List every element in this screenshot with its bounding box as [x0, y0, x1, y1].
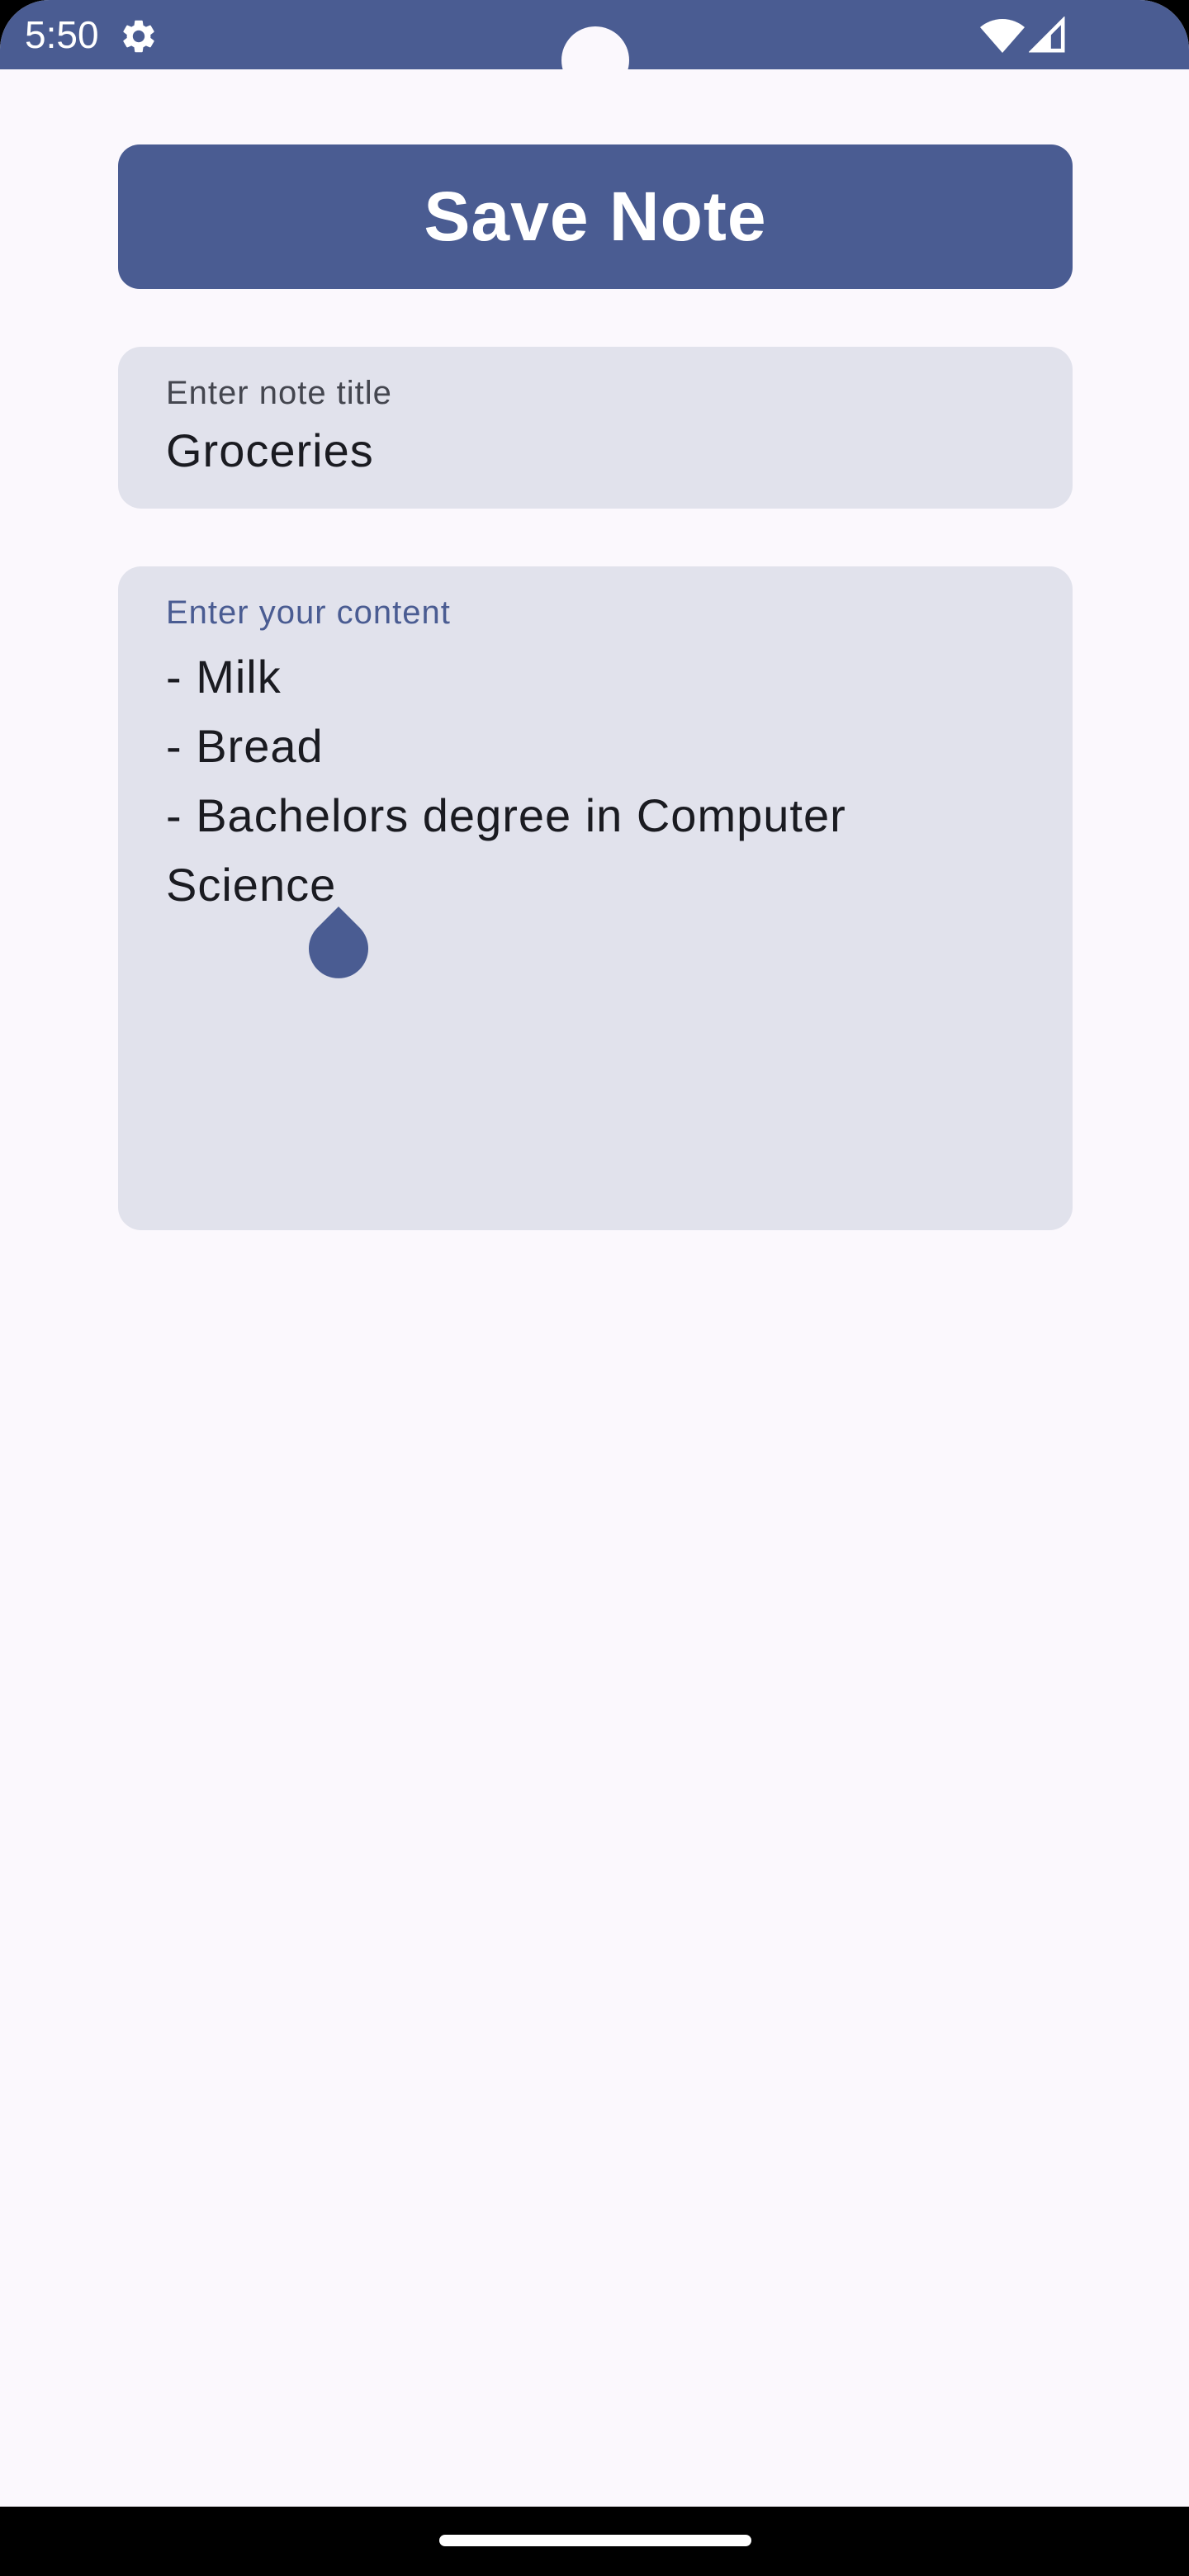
text-cursor-handle-icon[interactable]: [309, 907, 368, 979]
home-gesture-handle[interactable]: [439, 2535, 751, 2546]
camera-cutout: [561, 26, 629, 94]
signal-icon: [1029, 17, 1065, 53]
content-line: Science: [166, 859, 337, 911]
save-note-button[interactable]: Save Note: [118, 144, 1073, 289]
app-screen: 5:50 Save Note Enter note title Grocerie…: [0, 0, 1189, 2576]
content-line: - Bachelors degree in Computer: [166, 789, 846, 841]
note-content-field[interactable]: Enter your content - Milk - Bread - Bach…: [118, 566, 1073, 1230]
wifi-icon: [980, 19, 1025, 53]
gear-icon: [123, 20, 154, 53]
note-title-input[interactable]: Groceries: [166, 424, 374, 477]
note-title-label: Enter note title: [166, 375, 392, 411]
content-line: - Bread: [166, 720, 324, 772]
note-title-field[interactable]: Enter note title Groceries: [118, 347, 1073, 509]
navigation-bar: [0, 2507, 1189, 2576]
note-content-label: Enter your content: [166, 594, 451, 631]
status-time: 5:50: [25, 13, 99, 56]
status-bar: 5:50: [0, 0, 1189, 94]
content-line: - Milk: [166, 651, 282, 703]
note-content-input[interactable]: - Milk - Bread - Bachelors degree in Com…: [166, 642, 846, 920]
